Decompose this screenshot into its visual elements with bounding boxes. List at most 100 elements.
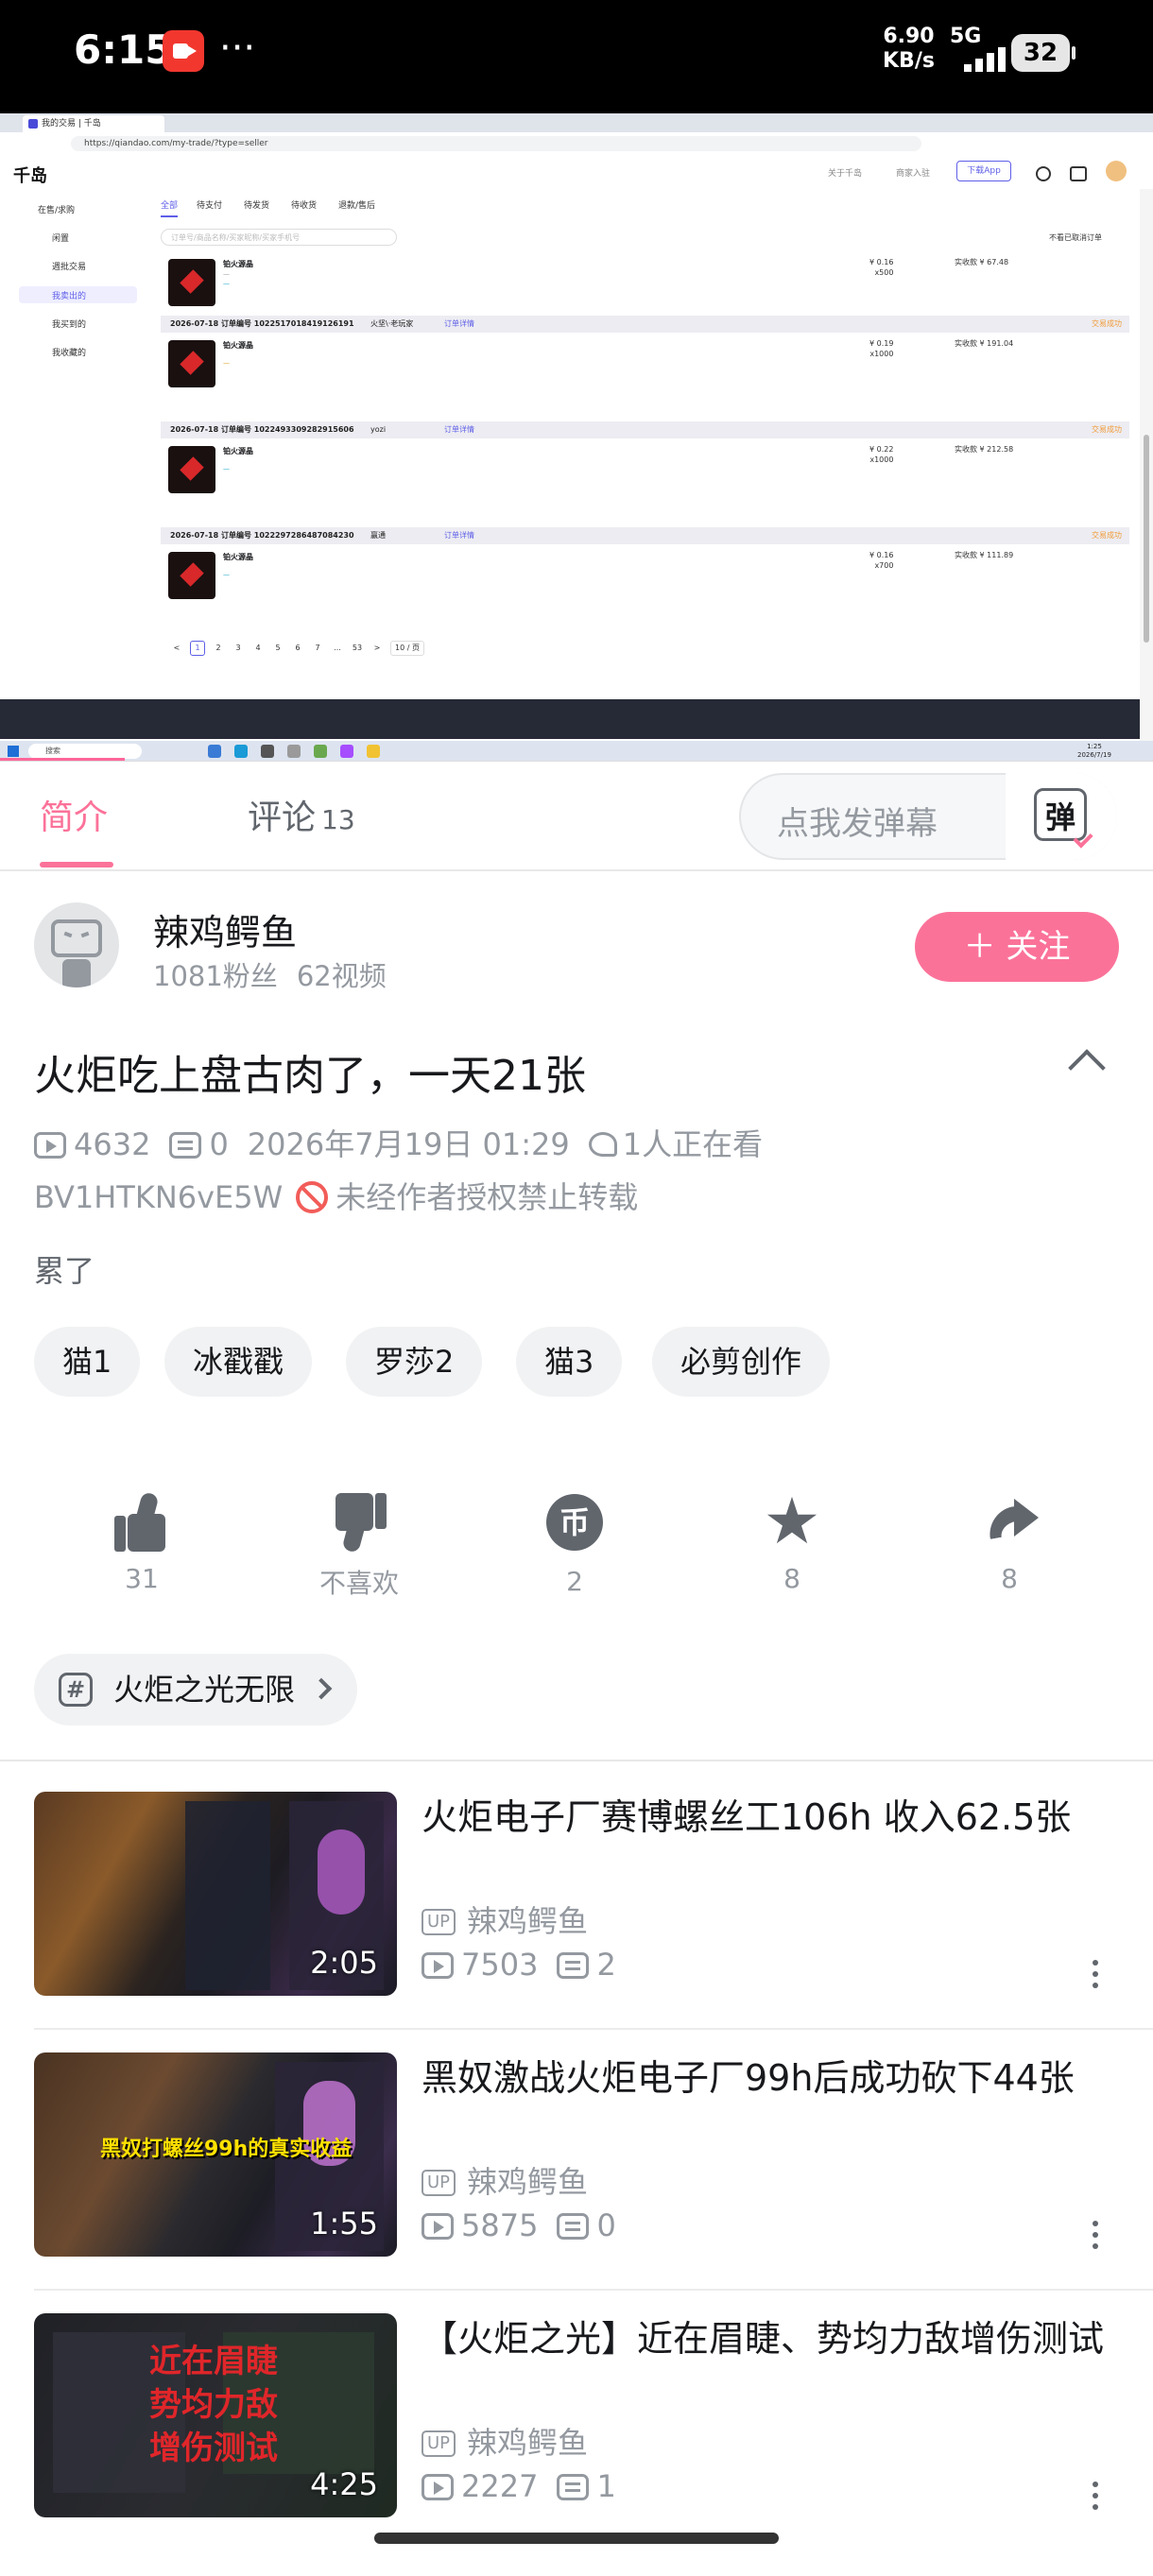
uploader-avatar[interactable] bbox=[34, 902, 119, 987]
taskbar-clock[interactable]: 1:25 2026/7/19 bbox=[1077, 743, 1111, 760]
page-size-select[interactable]: 10 / 页 bbox=[390, 641, 424, 656]
page-2[interactable]: 2 bbox=[212, 642, 225, 655]
page-4[interactable]: 4 bbox=[251, 642, 265, 655]
bvid[interactable]: BV1HTKN6vE5W bbox=[34, 1179, 283, 1215]
page-53[interactable]: 53 bbox=[351, 642, 364, 655]
video-thumbnail[interactable]: 黑奴打螺丝99h的真实收益 1:55 bbox=[34, 2052, 397, 2257]
order-tab-indicator bbox=[161, 215, 178, 217]
video-title[interactable]: 【火炬之光】近在眉睫、势均力敌增伤测试 bbox=[422, 2313, 1121, 2364]
danmaku-input[interactable]: 点我发弹幕 弹 bbox=[739, 773, 1117, 860]
video-stats: 5875 0 bbox=[422, 2207, 616, 2243]
sidebar-item-batch[interactable]: 週批交易 bbox=[52, 260, 86, 272]
user-avatar[interactable] bbox=[1106, 161, 1127, 181]
star-icon: ★ bbox=[763, 1485, 821, 1559]
order-detail-link[interactable]: 订单详情 bbox=[444, 421, 474, 438]
more-options-icon[interactable] bbox=[1093, 2221, 1098, 2226]
copyright-notice: 未经作者授权禁止转载 bbox=[336, 1179, 639, 1215]
header-link-about[interactable]: 关于千岛 bbox=[828, 166, 862, 179]
video-thumbnail[interactable]: 近在眉睫 势均力敌 增伤测试 4:25 bbox=[34, 2313, 397, 2517]
sidebar-item-idle[interactable]: 闲置 bbox=[52, 232, 69, 244]
order-row[interactable]: 铂火源晶 — — ¥ 0.16 x500 实收款 ¥ 67.48 bbox=[161, 251, 1129, 321]
order-tab-pending-receive[interactable]: 待收货 bbox=[291, 198, 317, 211]
order-tab-all[interactable]: 全部 bbox=[161, 198, 178, 211]
page-next[interactable]: > bbox=[370, 642, 384, 655]
more-options-icon[interactable] bbox=[1093, 1960, 1098, 1966]
order-header: 2026-07-18 订单编号 1022297286487084230 赢通 订单详… bbox=[161, 527, 1129, 544]
topic-chip[interactable]: # 火炬之光无限 bbox=[34, 1654, 358, 1726]
taskbar-app-icon[interactable] bbox=[261, 745, 274, 758]
taskbar-app-icon[interactable] bbox=[287, 745, 301, 758]
taskbar-app-icon[interactable] bbox=[340, 745, 353, 758]
sidebar-item-sold[interactable]: 我卖出的 bbox=[52, 289, 86, 301]
screen-record-icon bbox=[163, 30, 204, 72]
order-row[interactable]: 铂火源晶 — ¥ 0.22 x1000 实收款 ¥ 212.58 bbox=[161, 438, 1129, 508]
danmaku-toggle-button[interactable]: 弹 bbox=[1006, 773, 1117, 860]
header-link-merchant[interactable]: 商家入驻 bbox=[896, 166, 930, 179]
url-field[interactable]: https://qiandao.com/my-trade/?type=selle… bbox=[71, 136, 921, 151]
share-button[interactable]: 8 bbox=[953, 1491, 1066, 1594]
tag-chip[interactable]: 猫1 bbox=[34, 1327, 141, 1397]
tag-chip[interactable]: 猫3 bbox=[516, 1327, 623, 1397]
site-logo[interactable]: 千岛 bbox=[13, 163, 47, 187]
thumbs-down-icon bbox=[328, 1491, 390, 1554]
tag-chip[interactable]: 冰戳戳 bbox=[164, 1327, 313, 1397]
taskbar-edge-icon[interactable] bbox=[234, 745, 248, 758]
page-3[interactable]: 3 bbox=[232, 642, 245, 655]
chevron-up-icon[interactable] bbox=[1068, 1049, 1106, 1087]
recommended-video[interactable]: 2:05 火炬电子厂赛博螺丝工106h 收入62.5张 UP 辣鸡鳄鱼 7503 2 bbox=[0, 1792, 1153, 2054]
headset-icon[interactable] bbox=[1036, 166, 1051, 181]
network-speed: 6.90 KB/s bbox=[883, 25, 935, 74]
hide-cancelled-checkbox[interactable]: 不看已取消订单 bbox=[1049, 232, 1102, 243]
order-row[interactable]: 铂火源晶 — ¥ 0.19 x1000 实收款 ¥ 191.04 bbox=[161, 333, 1129, 403]
home-indicator[interactable] bbox=[374, 2533, 779, 2544]
topic-label: 火炬之光无限 bbox=[113, 1672, 296, 1708]
browser-tab[interactable]: 我的交易 | 千岛 bbox=[23, 115, 164, 132]
coin-button[interactable]: 币 2 bbox=[518, 1491, 631, 1597]
windows-start-icon[interactable] bbox=[8, 746, 19, 757]
video-thumbnail[interactable]: 2:05 bbox=[34, 1792, 397, 1996]
page-6[interactable]: 6 bbox=[291, 642, 304, 655]
dislike-button[interactable]: 不喜欢 bbox=[302, 1491, 416, 1601]
sidebar-item-selling[interactable]: 在售/求购 bbox=[38, 203, 75, 215]
order-tab-pending-ship[interactable]: 待发货 bbox=[244, 198, 269, 211]
like-button[interactable]: 31 bbox=[85, 1491, 198, 1594]
page-prev[interactable]: < bbox=[170, 642, 183, 655]
product-line-tag: — bbox=[223, 571, 230, 578]
embedded-screenshot: 我的交易 | 千岛 https://qiandao.com/my-trade/?… bbox=[0, 113, 1153, 762]
hashtag-icon: # bbox=[59, 1673, 93, 1707]
order-tab-refund[interactable]: 退款/售后 bbox=[338, 198, 375, 211]
page-ellipsis: ... bbox=[334, 644, 341, 652]
sidebar-item-bought[interactable]: 我买到的 bbox=[52, 318, 86, 330]
recommended-video[interactable]: 黑奴打螺丝99h的真实收益 1:55 黑奴激战火炬电子厂99h后成功砍下44张 … bbox=[0, 2052, 1153, 2315]
tab-comments[interactable]: 评论 13 bbox=[248, 790, 355, 839]
taskbar-app-icon[interactable] bbox=[367, 745, 380, 758]
favorite-button[interactable]: ★ 8 bbox=[735, 1485, 849, 1595]
taskbar-app-icon[interactable] bbox=[208, 745, 221, 758]
taskbar-app-icon[interactable] bbox=[314, 745, 327, 758]
tag-chip[interactable]: 必剪创作 bbox=[652, 1327, 831, 1397]
tag-chip[interactable]: 罗莎2 bbox=[346, 1327, 483, 1397]
tab-intro[interactable]: 简介 bbox=[40, 790, 108, 839]
screenshot-scroll-thumb[interactable] bbox=[1144, 435, 1149, 643]
video-title[interactable]: 火炬电子厂赛博螺丝工106h 收入62.5张 bbox=[422, 1792, 1121, 1843]
message-icon[interactable] bbox=[1070, 166, 1087, 181]
share-count: 8 bbox=[1001, 1563, 1018, 1594]
uploader-fans: 1081粉丝 bbox=[153, 960, 278, 992]
sidebar-item-favorites[interactable]: 我收藏的 bbox=[52, 346, 86, 358]
video-title[interactable]: 黑奴激战火炬电子厂99h后成功砍下44张 bbox=[422, 2052, 1121, 2104]
uploader-name[interactable]: 辣鸡鳄鱼 bbox=[153, 903, 297, 955]
order-detail-link[interactable]: 订单详情 bbox=[444, 316, 474, 333]
page-5[interactable]: 5 bbox=[271, 642, 284, 655]
order-search-input[interactable]: 订单号/商品名称/买家昵称/买家手机号 bbox=[161, 229, 397, 246]
coin-count: 2 bbox=[566, 1566, 583, 1597]
follow-button[interactable]: ＋ 关注 bbox=[915, 912, 1119, 982]
order-tab-pending-pay[interactable]: 待支付 bbox=[197, 198, 222, 211]
order-row[interactable]: 铂火源晶 — ¥ 0.16 x700 实收款 ¥ 111.89 bbox=[161, 544, 1129, 614]
thumbnail-panel bbox=[185, 1801, 270, 1990]
order-detail-link[interactable]: 订单详情 bbox=[444, 527, 474, 544]
download-app-button[interactable]: 下载App bbox=[956, 161, 1011, 181]
page-1[interactable]: 1 bbox=[190, 641, 205, 656]
more-options-icon[interactable] bbox=[1093, 2482, 1098, 2487]
page-7[interactable]: 7 bbox=[311, 642, 324, 655]
taskbar-search[interactable]: 搜索 bbox=[28, 744, 142, 759]
